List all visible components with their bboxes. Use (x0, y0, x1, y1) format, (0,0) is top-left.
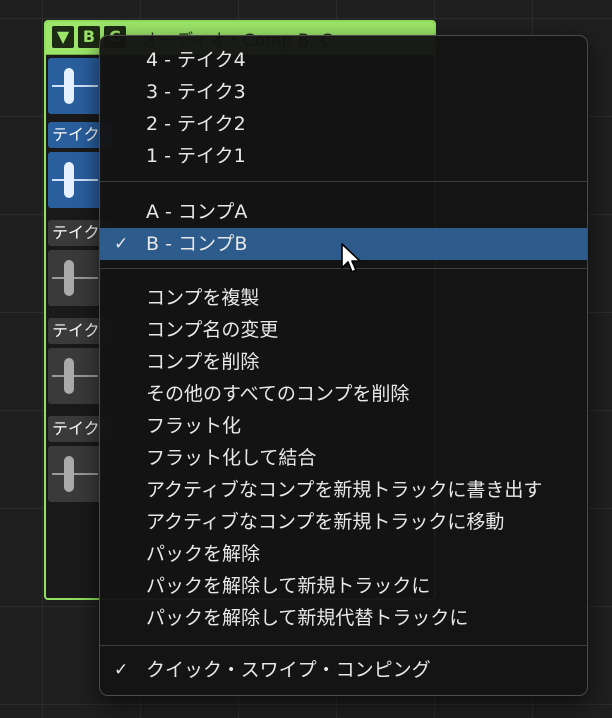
menu-separator (100, 645, 587, 646)
menu-item-label: コンプを複製 (146, 287, 260, 309)
take-folder-b-button[interactable]: B (78, 26, 100, 48)
take-lane[interactable]: テイク (46, 218, 112, 310)
menu-item-label: フラット化 (146, 415, 242, 437)
menu-item-label: 4 - テイク4 (146, 49, 246, 71)
take-waveform (48, 250, 102, 306)
menu-item-label: アクティブなコンプを新規トラックに移動 (146, 511, 505, 533)
menu-item-label: アクティブなコンプを新規トラックに書き出す (146, 479, 543, 501)
menu-item-label: 2 - テイク2 (146, 113, 246, 135)
menu-item-label: その他のすべてのコンプを削除 (146, 383, 410, 405)
menu-item-label: クイック・スワイプ・コンピング (146, 659, 431, 681)
take-lane[interactable]: テイク (46, 120, 112, 212)
menu-item-action[interactable]: パックを解除して新規トラックに (100, 570, 587, 602)
menu-item-action[interactable]: パックを解除 (100, 538, 587, 570)
menu-item-label: コンプ名の変更 (146, 319, 279, 341)
menu-item-action[interactable]: その他のすべてのコンプを削除 (100, 378, 587, 410)
take-waveform (48, 446, 102, 502)
menu-item-action[interactable]: コンプ名の変更 (100, 314, 587, 346)
menu-separator (100, 181, 587, 182)
menu-item-action[interactable]: パックを解除して新規代替トラックに (100, 602, 587, 634)
menu-item-label: A - コンプA (146, 201, 248, 223)
menu-item-take[interactable]: 4 - テイク4 (100, 44, 587, 76)
take-lane[interactable]: テイク (46, 316, 112, 408)
menu-item-label: パックを解除して新規代替トラックに (146, 607, 469, 629)
menu-item-label: 1 - テイク1 (146, 145, 246, 167)
menu-item-take[interactable]: 2 - テイク2 (100, 108, 587, 140)
mouse-pointer-icon (341, 243, 361, 273)
take-lane[interactable]: テイク (46, 414, 112, 506)
menu-item-label: フラット化して結合 (146, 447, 317, 469)
menu-item-take[interactable]: 1 - テイク1 (100, 140, 587, 172)
take-waveform (48, 348, 102, 404)
take-waveform (48, 152, 102, 208)
menu-item-option[interactable]: ✓ クイック・スワイプ・コンピング (100, 654, 587, 686)
triangle-down-icon[interactable]: ▼ (52, 26, 74, 48)
menu-item-label: 3 - テイク3 (146, 81, 246, 103)
menu-item-action[interactable]: コンプを削除 (100, 346, 587, 378)
menu-item-action[interactable]: アクティブなコンプを新規トラックに書き出す (100, 474, 587, 506)
take-folder-context-menu: 4 - テイク4 3 - テイク3 2 - テイク2 1 - テイク1 A - コンプA… (99, 35, 588, 696)
menu-item-label: パックを解除 (146, 543, 261, 565)
menu-item-action[interactable]: アクティブなコンプを新規トラックに移動 (100, 506, 587, 538)
take-waveform (48, 58, 102, 114)
menu-item-label: コンプを削除 (146, 351, 260, 373)
menu-item-action[interactable]: フラット化して結合 (100, 442, 587, 474)
menu-item-action[interactable]: フラット化 (100, 410, 587, 442)
menu-item-label: パックを解除して新規トラックに (146, 575, 431, 597)
menu-item-comp[interactable]: A - コンプA (100, 196, 587, 228)
menu-item-take[interactable]: 3 - テイク3 (100, 76, 587, 108)
menu-item-action[interactable]: コンプを複製 (100, 282, 587, 314)
checkmark-icon: ✓ (114, 234, 129, 254)
menu-item-label: B - コンプB (146, 233, 248, 255)
checkmark-icon: ✓ (114, 660, 129, 680)
